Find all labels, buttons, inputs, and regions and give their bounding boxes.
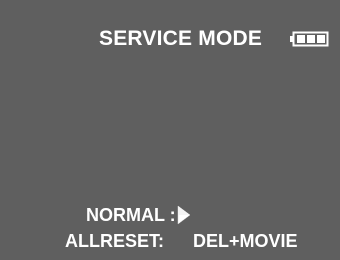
screen-title: SERVICE MODE bbox=[99, 27, 263, 50]
service-mode-screen: SERVICE MODE NORMAL : ALLRESET: DEL+MOVI… bbox=[0, 0, 340, 260]
arrow-right-icon[interactable] bbox=[177, 205, 191, 225]
option-normal-label: NORMAL : bbox=[86, 205, 176, 225]
option-allreset-value: DEL+MOVIE bbox=[193, 231, 298, 251]
option-allreset-label: ALLRESET: bbox=[65, 231, 164, 251]
battery-full-icon bbox=[290, 31, 329, 47]
